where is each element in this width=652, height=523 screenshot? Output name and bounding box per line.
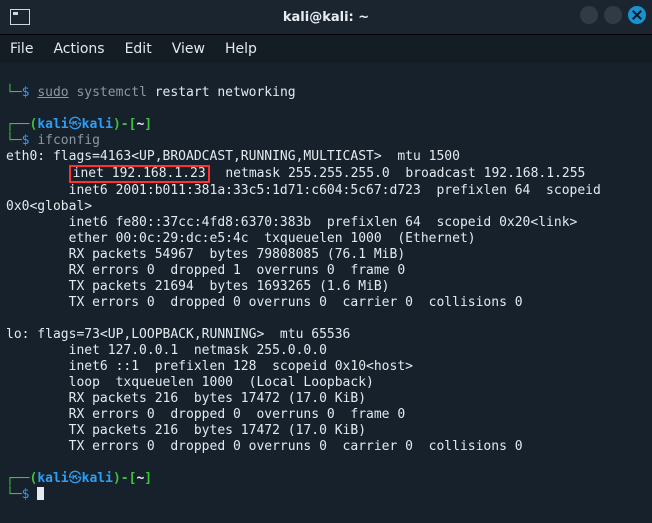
out-line: TX packets 216 bytes 17472 (17.0 KiB) bbox=[6, 423, 366, 438]
menu-view[interactable]: View bbox=[172, 41, 205, 57]
out-line-indent bbox=[6, 166, 69, 181]
highlighted-ip: inet 192.168.1.23 bbox=[69, 165, 210, 183]
prompt-elbow: └─ bbox=[6, 487, 22, 502]
cmd-systemctl: systemctl bbox=[69, 85, 147, 100]
out-line: eth0: flags=4163<UP,BROADCAST,RUNNING,MU… bbox=[6, 149, 460, 164]
out-line: RX errors 0 dropped 1 overruns 0 frame 0 bbox=[6, 263, 405, 278]
out-line: loop txqueuelen 1000 (Local Loopback) bbox=[6, 375, 374, 390]
terminal-area[interactable]: └─$ sudo systemctl restart networking ┌─… bbox=[0, 63, 652, 523]
out-line: RX errors 0 dropped 0 overruns 0 frame 0 bbox=[6, 407, 405, 422]
prompt-top-open: ┌──( bbox=[6, 471, 37, 486]
titlebar: kali@kali: ~ bbox=[0, 0, 652, 35]
terminal-cursor bbox=[37, 487, 44, 500]
prompt-user: kali bbox=[37, 471, 68, 486]
menu-edit[interactable]: Edit bbox=[125, 41, 152, 57]
cmd-sudo: sudo bbox=[37, 85, 68, 100]
out-line: TX errors 0 dropped 0 overruns 0 carrier… bbox=[6, 295, 523, 310]
close-button[interactable] bbox=[628, 6, 646, 24]
prompt-elbow: └─ bbox=[6, 133, 22, 148]
cmd-ifconfig: ifconfig bbox=[37, 133, 100, 148]
out-line: RX packets 216 bytes 17472 (17.0 KiB) bbox=[6, 391, 366, 406]
prompt-dollar: $ bbox=[22, 487, 38, 502]
prompt-top-open: ┌──( bbox=[6, 117, 37, 132]
minimize-button[interactable] bbox=[580, 6, 598, 24]
prompt-user: kali bbox=[37, 117, 68, 132]
out-line: 0x0<global> bbox=[6, 199, 92, 214]
menu-file[interactable]: File bbox=[10, 41, 33, 57]
prompt-top-end: ] bbox=[144, 471, 152, 486]
prompt-elbow: └─ bbox=[6, 85, 22, 100]
prompt-top-end: ] bbox=[144, 117, 152, 132]
out-line: ether 00:0c:29:dc:e5:4c txqueuelen 1000 … bbox=[6, 231, 476, 246]
window-title: kali@kali: ~ bbox=[0, 10, 652, 25]
out-line-rest: netmask 255.255.255.0 broadcast 192.168.… bbox=[210, 166, 586, 181]
maximize-button[interactable] bbox=[604, 6, 622, 24]
out-line: TX packets 21694 bytes 1693265 (1.6 MiB) bbox=[6, 279, 390, 294]
prompt-at: ㉿ bbox=[69, 471, 82, 486]
prompt-host: kali bbox=[82, 471, 113, 486]
prompt-at: ㉿ bbox=[69, 117, 82, 132]
prompt-host: kali bbox=[82, 117, 113, 132]
out-line: inet6 2001:b011:381a:33c5:1d71:c604:5c67… bbox=[6, 183, 601, 198]
out-line: inet6 ::1 prefixlen 128 scopeid 0x10<hos… bbox=[6, 359, 413, 374]
prompt-top-close: )-[ bbox=[113, 117, 136, 132]
menu-help[interactable]: Help bbox=[225, 41, 257, 57]
prompt-top-close: )-[ bbox=[113, 471, 136, 486]
window-controls bbox=[580, 6, 646, 24]
prompt-dollar: $ bbox=[22, 133, 38, 148]
cmd-args: restart networking bbox=[147, 85, 296, 100]
out-line: TX errors 0 dropped 0 overruns 0 carrier… bbox=[6, 439, 523, 454]
out-line: inet 127.0.0.1 netmask 255.0.0.0 bbox=[6, 343, 327, 358]
out-line: inet6 fe80::37cc:4fd8:6370:383b prefixle… bbox=[6, 215, 577, 230]
menu-actions[interactable]: Actions bbox=[53, 41, 104, 57]
menubar: File Actions Edit View Help bbox=[0, 35, 652, 63]
prompt-dollar: $ bbox=[22, 85, 38, 100]
out-line: lo: flags=73<UP,LOOPBACK,RUNNING> mtu 65… bbox=[6, 327, 350, 342]
out-line: RX packets 54967 bytes 79808085 (76.1 Mi… bbox=[6, 247, 405, 262]
